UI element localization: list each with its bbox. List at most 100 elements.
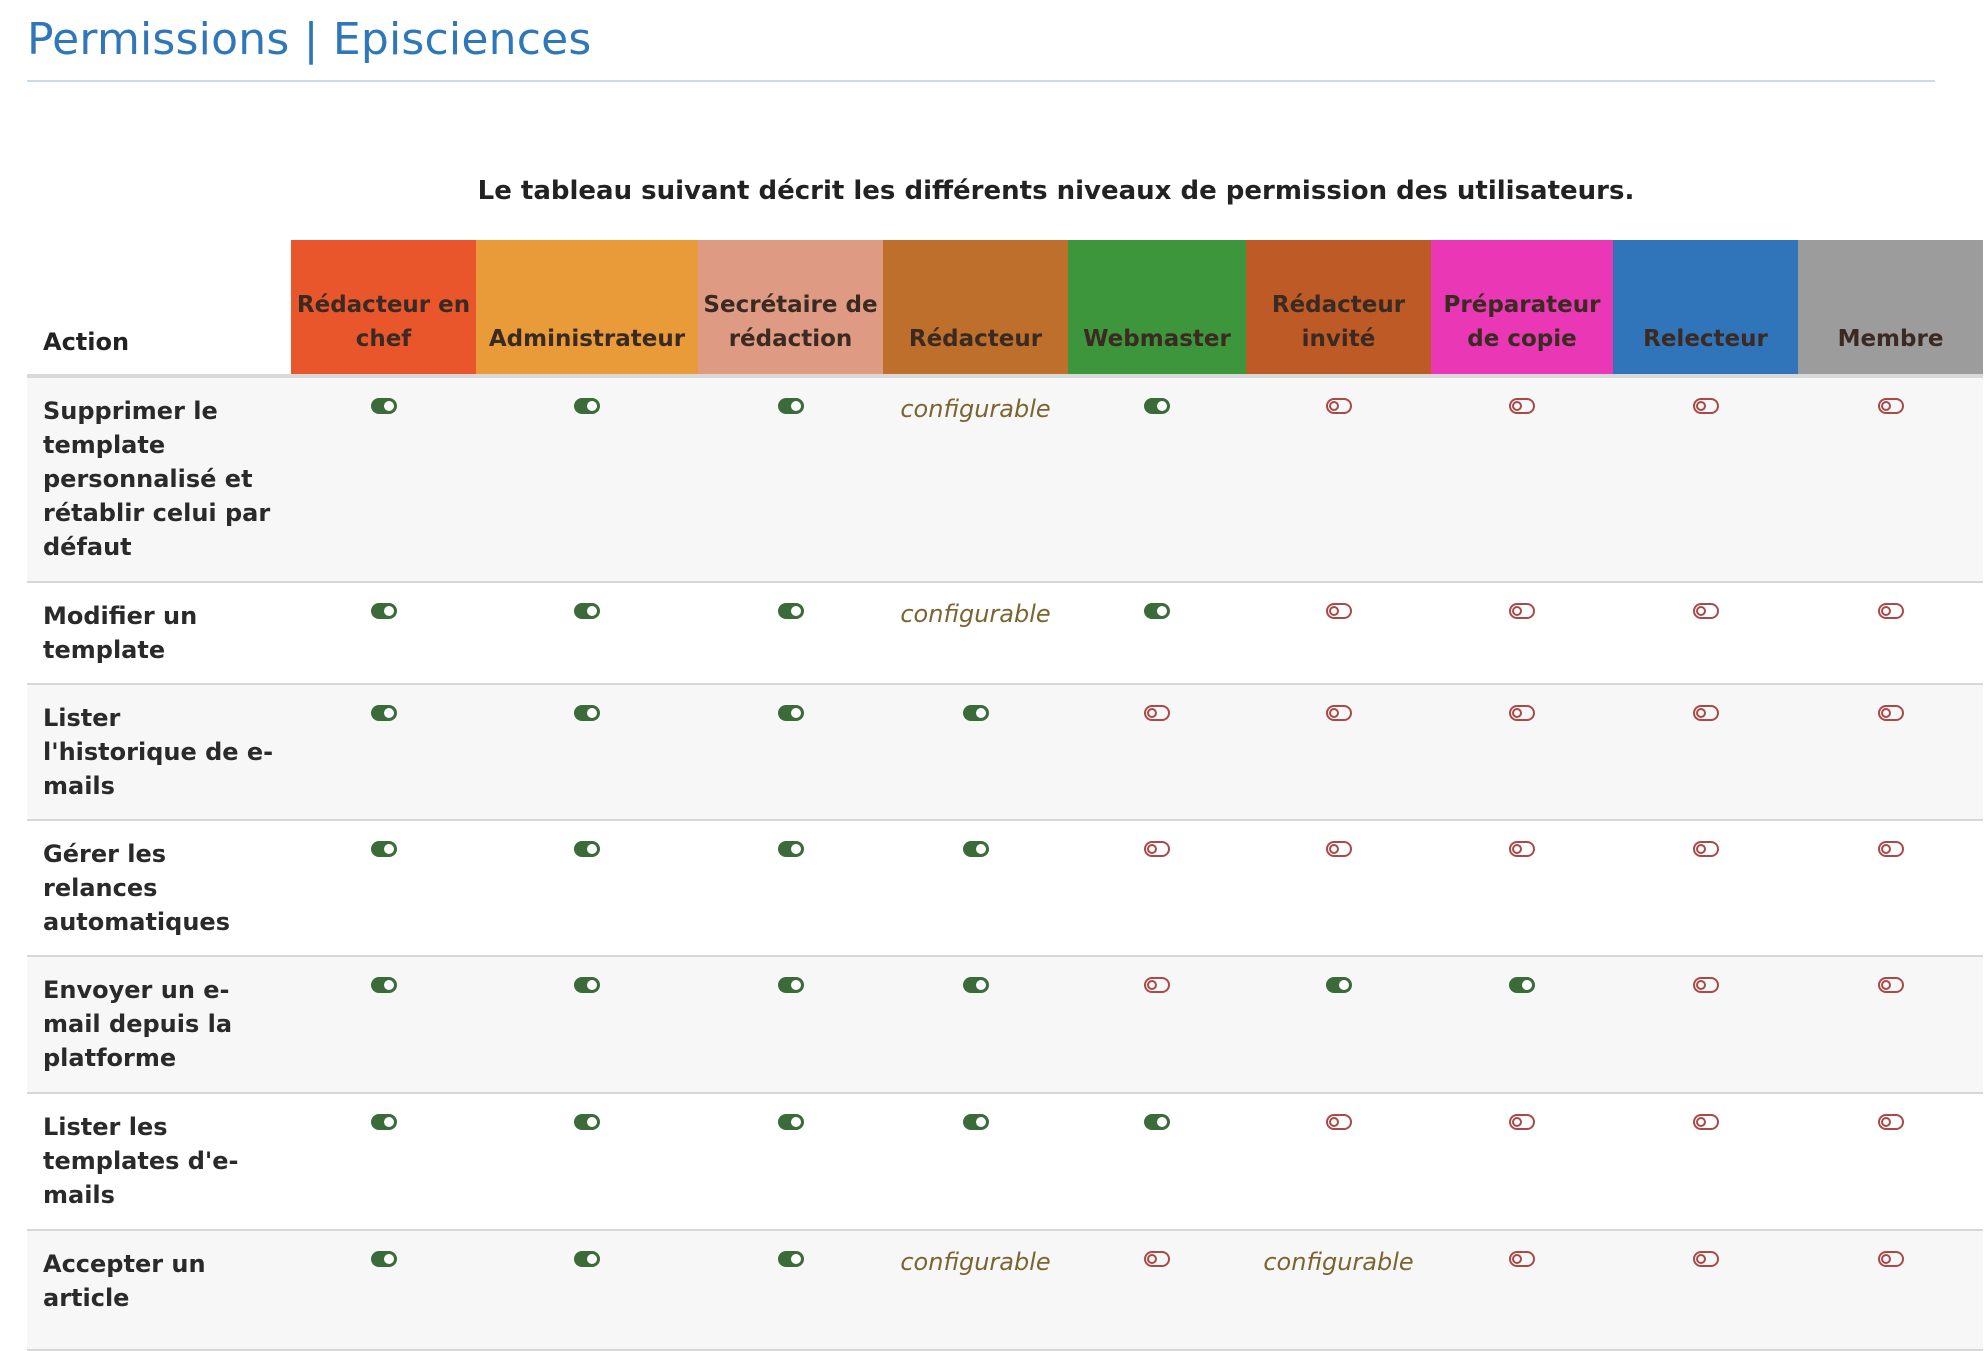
action-column-header: Action [27, 240, 291, 378]
table-row: Accepter un article configurable configura… [27, 1230, 1983, 1350]
toggle-on-icon [962, 1114, 989, 1130]
permission-cell [1246, 376, 1431, 582]
toggle-on-icon [574, 603, 600, 619]
toggle-on-icon [574, 398, 600, 414]
permission-cell [1798, 684, 1983, 820]
toggle-off-icon [1144, 1251, 1170, 1267]
toggle-on-icon [574, 1251, 600, 1267]
permission-cell [476, 820, 698, 956]
permission-cell [476, 1093, 698, 1230]
permission-cell [1798, 582, 1983, 684]
permission-cell [1613, 820, 1798, 956]
permission-cell [291, 820, 476, 956]
toggle-off-icon [1509, 398, 1535, 414]
table-row: Gérer les relances automatiques [27, 820, 1983, 956]
toggle-off-icon [1692, 1251, 1719, 1267]
permission-cell [1431, 684, 1613, 820]
permission-cell: configurable [1246, 1230, 1431, 1350]
toggle-on-icon [1144, 398, 1170, 414]
permission-cell [698, 376, 883, 582]
table-row: Supprimer le template personnalisé et ré… [27, 376, 1983, 582]
toggle-off-icon [1325, 398, 1352, 414]
toggle-off-icon [1325, 603, 1352, 619]
configurable-label: configurable [900, 600, 1051, 628]
toggle-off-icon [1509, 603, 1535, 619]
permission-cell [1431, 376, 1613, 582]
permission-cell [1068, 684, 1246, 820]
title-divider [27, 80, 1935, 82]
toggle-off-icon [1692, 705, 1719, 721]
toggle-off-icon [1877, 1251, 1904, 1267]
permission-cell [1431, 1093, 1613, 1230]
page-title: Permissions | Episciences [27, 14, 592, 65]
configurable-label: configurable [900, 1248, 1051, 1276]
permission-cell [1068, 376, 1246, 582]
toggle-on-icon [962, 841, 989, 857]
toggle-on-icon [962, 705, 989, 721]
permission-cell [883, 684, 1068, 820]
toggle-on-icon [1509, 977, 1535, 993]
toggle-off-icon [1877, 705, 1904, 721]
permission-cell [1246, 684, 1431, 820]
toggle-on-icon [962, 977, 989, 993]
table-row: Lister l'historique de e-mails [27, 684, 1983, 820]
permission-cell [1246, 820, 1431, 956]
permission-cell [883, 1093, 1068, 1230]
toggle-off-icon [1144, 705, 1170, 721]
toggle-on-icon [777, 841, 804, 857]
toggle-off-icon [1144, 841, 1170, 857]
toggle-off-icon [1325, 1114, 1352, 1130]
toggle-off-icon [1509, 841, 1535, 857]
role-header-membre: Membre [1798, 240, 1983, 378]
permission-cell [1613, 376, 1798, 582]
toggle-off-icon [1325, 705, 1352, 721]
toggle-on-icon [574, 1114, 600, 1130]
permission-cell [1798, 956, 1983, 1093]
role-header-webmaster: Webmaster [1068, 240, 1246, 378]
permission-cell [1246, 582, 1431, 684]
permission-cell [291, 956, 476, 1093]
permission-cell [291, 684, 476, 820]
permission-cell [1613, 956, 1798, 1093]
configurable-label: configurable [900, 395, 1051, 423]
toggle-off-icon [1325, 841, 1352, 857]
permissions-table: Action Rédacteur en chef Administrateur … [27, 240, 1983, 1351]
toggle-on-icon [370, 705, 397, 721]
role-header-secretaire-de-redaction: Secrétaire de rédaction [698, 240, 883, 378]
permission-cell: configurable [883, 1230, 1068, 1350]
toggle-on-icon [1144, 603, 1170, 619]
action-label: Supprimer le template personnalisé et ré… [43, 397, 271, 561]
permission-cell [1431, 582, 1613, 684]
toggle-off-icon [1509, 1251, 1535, 1267]
role-header-preparateur-de-copie: Préparateur de copie [1431, 240, 1613, 378]
permission-cell [1798, 820, 1983, 956]
permission-cell [698, 684, 883, 820]
toggle-off-icon [1877, 603, 1904, 619]
toggle-on-icon [370, 977, 397, 993]
toggle-on-icon [777, 1251, 804, 1267]
permission-cell [698, 1230, 883, 1350]
permission-cell [1246, 956, 1431, 1093]
permission-cell [698, 1093, 883, 1230]
action-label: Lister les templates d'e-mails [43, 1113, 239, 1209]
permission-cell [476, 684, 698, 820]
toggle-off-icon [1692, 841, 1719, 857]
toggle-on-icon [777, 603, 804, 619]
permission-cell: configurable [883, 582, 1068, 684]
permission-cell [883, 956, 1068, 1093]
permission-cell [1613, 1230, 1798, 1350]
toggle-off-icon [1692, 1114, 1719, 1130]
permission-cell [1798, 1093, 1983, 1230]
permission-cell [1798, 376, 1983, 582]
toggle-off-icon [1144, 977, 1170, 993]
action-label: Accepter un article [43, 1250, 206, 1312]
role-header-redacteur-invite: Rédacteur invité [1246, 240, 1431, 378]
permission-cell [698, 582, 883, 684]
permission-cell [291, 1093, 476, 1230]
permission-cell [1068, 582, 1246, 684]
role-header-redacteur-en-chef: Rédacteur en chef [291, 240, 476, 378]
toggle-off-icon [1692, 398, 1719, 414]
permission-cell [1068, 956, 1246, 1093]
toggle-on-icon [370, 841, 397, 857]
permission-cell [1431, 1230, 1613, 1350]
